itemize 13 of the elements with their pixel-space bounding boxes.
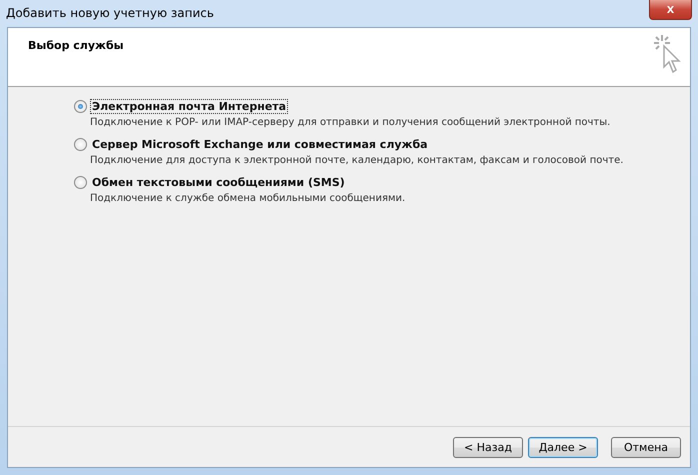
radio-option[interactable]: Электронная почта Интернета bbox=[74, 100, 288, 113]
cursor-click-icon bbox=[652, 33, 682, 75]
dialog-button[interactable]: Далее > bbox=[528, 436, 598, 458]
radio-option[interactable]: Сервер Microsoft Exchange или совместимая служба bbox=[74, 138, 429, 151]
option-description: Подключение для доступа к электронной почте, календарю, контактам, факсам и голосовой почте. bbox=[90, 155, 624, 166]
option-description: Подключение к POP- или IMAP-серверу для отправки и получения сообщений электронной почты. bbox=[90, 117, 612, 128]
close-button[interactable]: x bbox=[649, 0, 692, 20]
radio-option[interactable]: Обмен текстовыми сообщениями (SMS) bbox=[74, 176, 346, 189]
window-title: Добавить новую учетную запись bbox=[6, 6, 214, 20]
option-description: Подключение к службе обмена мобильными сообщениями. bbox=[90, 193, 406, 204]
page-heading: Выбор службы bbox=[28, 39, 124, 54]
dialog-button[interactable]: < Назад bbox=[453, 436, 523, 458]
dialog-button[interactable]: Отмена bbox=[611, 436, 681, 458]
